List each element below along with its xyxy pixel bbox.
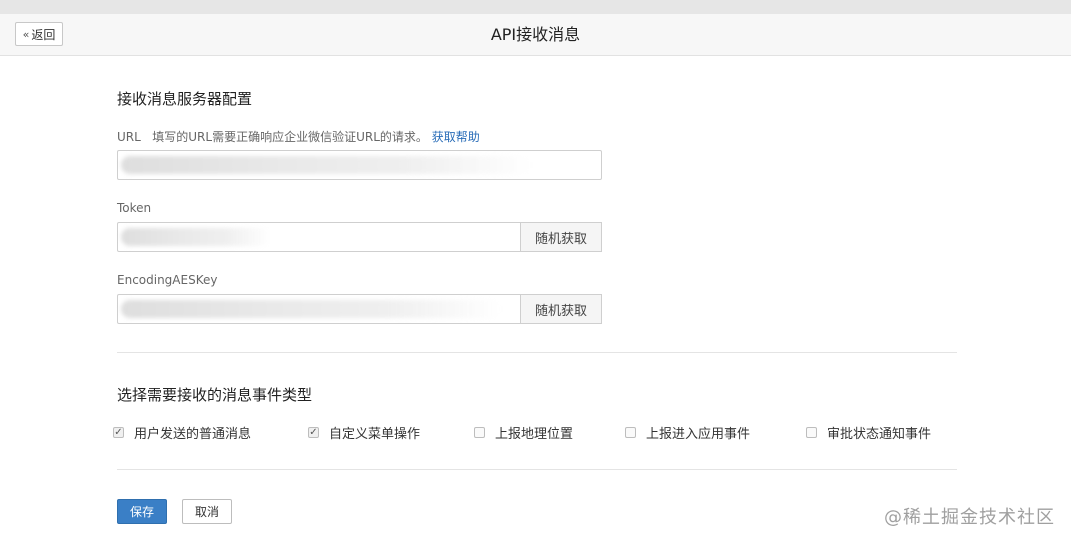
checkbox-icon[interactable] xyxy=(806,426,817,438)
aes-key-random-button[interactable]: 随机获取 xyxy=(520,294,602,324)
aes-key-label: EncodingAESKey xyxy=(117,273,218,287)
token-label: Token xyxy=(117,201,152,215)
checkbox-icon[interactable] xyxy=(474,426,485,438)
save-button[interactable]: 保存 xyxy=(117,499,167,524)
event-label: 自定义菜单操作 xyxy=(329,426,421,442)
divider xyxy=(117,352,957,353)
checkbox-checked-icon[interactable]: ✓ xyxy=(113,426,124,438)
event-approval-status[interactable]: 审批状态通知事件 xyxy=(806,422,931,442)
token-input[interactable]: 随机获取 xyxy=(117,222,602,252)
event-normal-message[interactable]: ✓ 用户发送的普通消息 xyxy=(113,422,251,442)
event-custom-menu[interactable]: ✓ 自定义菜单操作 xyxy=(308,422,420,442)
server-config-title: 接收消息服务器配置 xyxy=(117,90,253,108)
page-title: API接收消息 xyxy=(490,25,581,44)
event-checkbox-list: ✓ 用户发送的普通消息 ✓ 自定义菜单操作 上报地理位置 上报进入应用事件 审批… xyxy=(113,422,973,442)
event-label: 用户发送的普通消息 xyxy=(134,426,252,442)
checkbox-checked-icon[interactable]: ✓ xyxy=(308,426,319,438)
watermark: @稀土掘金技术社区 xyxy=(884,507,1055,528)
url-label-row: URL 填写的URL需要正确响应企业微信验证URL的请求。 获取帮助 xyxy=(117,128,480,145)
redacted-value xyxy=(121,300,501,318)
event-label: 上报进入应用事件 xyxy=(646,426,751,442)
checkbox-icon[interactable] xyxy=(625,426,636,438)
aes-key-input[interactable]: 随机获取 xyxy=(117,294,602,324)
redacted-value xyxy=(121,228,271,246)
window-top-bar xyxy=(0,0,1071,14)
page-header: « 返回 API接收消息 xyxy=(0,14,1071,56)
url-hint: 填写的URL需要正确响应企业微信验证URL的请求。 xyxy=(152,130,428,144)
help-link[interactable]: 获取帮助 xyxy=(432,130,480,144)
token-random-button[interactable]: 随机获取 xyxy=(520,222,602,252)
divider xyxy=(117,469,957,470)
cancel-button[interactable]: 取消 xyxy=(182,499,232,524)
url-label: URL xyxy=(117,130,141,144)
event-label: 审批状态通知事件 xyxy=(827,426,932,442)
event-report-location[interactable]: 上报地理位置 xyxy=(474,422,573,442)
event-enter-agent[interactable]: 上报进入应用事件 xyxy=(625,422,750,442)
event-label: 上报地理位置 xyxy=(495,426,574,442)
url-input[interactable] xyxy=(117,150,602,180)
events-title: 选择需要接收的消息事件类型 xyxy=(117,386,313,404)
redacted-value xyxy=(121,156,531,174)
